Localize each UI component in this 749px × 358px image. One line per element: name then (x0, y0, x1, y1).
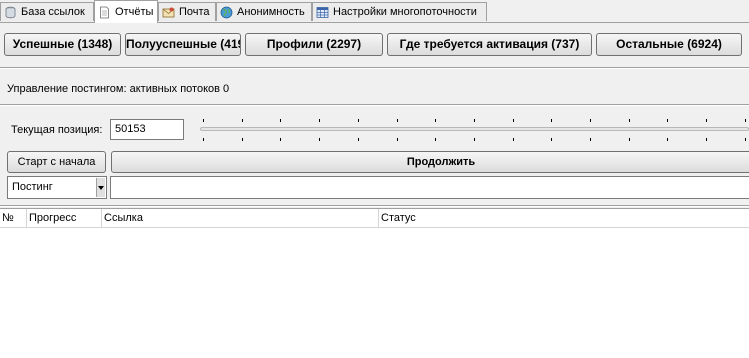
chevron-down-icon[interactable] (96, 178, 105, 197)
column-header-number[interactable]: № (0, 209, 27, 227)
tab-label: Анонимность (237, 6, 305, 18)
mail-icon (162, 7, 175, 17)
mode-select[interactable]: Постинг (7, 176, 107, 199)
semi-successful-button[interactable]: Полууспешные (41966) (125, 33, 241, 56)
tab-label: База ссылок (21, 6, 85, 18)
slider-tick (319, 138, 320, 141)
slider-tick (242, 138, 243, 141)
slider-tick (319, 119, 320, 122)
position-slider[interactable] (196, 115, 749, 145)
tab-anonymity[interactable]: Анонимность (216, 2, 312, 21)
others-button[interactable]: Остальные (6924) (596, 33, 742, 56)
tab-links-database[interactable]: База ссылок (0, 2, 94, 21)
tab-multithreading-settings[interactable]: Настройки многопоточности (312, 2, 487, 21)
slider-tick (435, 138, 436, 141)
slider-tick (358, 119, 359, 122)
slider-tick (590, 138, 591, 141)
tab-strip: База ссылок Отчёты Почта Анонимность Нас… (0, 0, 749, 23)
progress-field (110, 176, 749, 199)
restart-button[interactable]: Старт с начала (7, 151, 106, 173)
slider-tick (358, 138, 359, 141)
slider-tick (706, 138, 707, 141)
slider-tick (551, 119, 552, 122)
slider-tick (629, 138, 630, 141)
slider-track[interactable] (200, 127, 749, 131)
continue-button[interactable]: Продолжить (111, 151, 749, 173)
slider-tick (513, 119, 514, 122)
slider-tick (513, 138, 514, 141)
results-list[interactable]: № Прогресс Ссылка Статус (0, 208, 749, 358)
slider-tick (280, 138, 281, 141)
column-header-progress[interactable]: Прогресс (27, 209, 102, 227)
column-header-status[interactable]: Статус (379, 209, 749, 227)
tab-label: Настройки многопоточности (333, 6, 477, 18)
slider-tick (474, 119, 475, 122)
divider (0, 104, 749, 106)
activation-required-button[interactable]: Где требуется активация (737) (387, 33, 592, 56)
slider-tick (203, 119, 204, 122)
slider-tick (280, 119, 281, 122)
slider-tick (745, 138, 746, 141)
database-icon (5, 6, 16, 18)
column-header-link[interactable]: Ссылка (102, 209, 379, 227)
tab-label: Отчёты (115, 6, 154, 18)
divider (0, 67, 749, 69)
tab-mail[interactable]: Почта (158, 2, 216, 21)
successful-button[interactable]: Успешные (1348) (4, 33, 121, 56)
slider-tick (590, 119, 591, 122)
table-icon (316, 6, 329, 18)
slider-tick (203, 138, 204, 141)
globe-icon (220, 6, 233, 18)
slider-tick (474, 138, 475, 141)
slider-tick (667, 119, 668, 122)
slider-tick (397, 138, 398, 141)
tab-label: Почта (179, 6, 210, 18)
slider-tick (745, 119, 746, 122)
position-input[interactable]: 50153 (110, 119, 184, 140)
mode-select-value: Постинг (12, 181, 53, 193)
divider (0, 205, 749, 207)
slider-tick (551, 138, 552, 141)
slider-tick (242, 119, 243, 122)
slider-tick (397, 119, 398, 122)
posting-status: Управление постингом: активных потоков 0 (7, 83, 230, 95)
profiles-button[interactable]: Профили (2297) (245, 33, 383, 56)
slider-tick (435, 119, 436, 122)
document-icon (100, 6, 109, 18)
tab-reports[interactable]: Отчёты (94, 0, 158, 23)
list-header: № Прогресс Ссылка Статус (0, 209, 749, 228)
slider-tick (706, 119, 707, 122)
slider-tick (629, 119, 630, 122)
slider-tick (667, 138, 668, 141)
position-label: Текущая позиция: (11, 124, 103, 136)
